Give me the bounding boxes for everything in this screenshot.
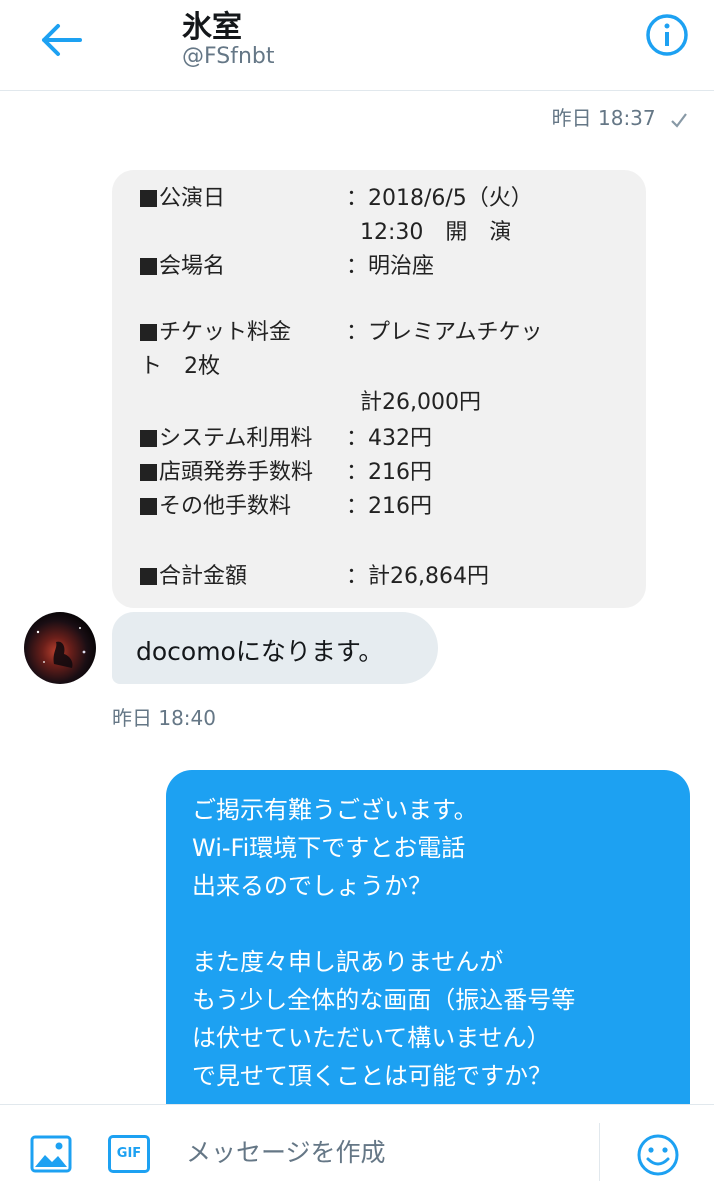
receipt-row: 店頭発券手数料 bbox=[140, 456, 313, 490]
conversation-title[interactable]: 氷室 bbox=[182, 2, 242, 46]
receipt-row: 公演日 bbox=[140, 182, 225, 216]
receipt-row: チケット料金 bbox=[140, 316, 291, 350]
receipt-value: 計26,000円 bbox=[346, 390, 481, 415]
receipt-row: 会場名 bbox=[140, 250, 225, 284]
bullet-square-icon bbox=[140, 430, 157, 447]
receipt-row: ト 2枚 bbox=[140, 354, 220, 379]
receipt-value: ：216円 bbox=[346, 494, 432, 519]
sent-message-line: は伏せていただいて構いません） bbox=[192, 1024, 551, 1052]
gif-button[interactable]: GIF bbox=[108, 1135, 150, 1173]
emoji-icon[interactable] bbox=[636, 1133, 680, 1177]
info-icon[interactable] bbox=[644, 12, 690, 58]
nebula-avatar-image bbox=[36, 627, 86, 668]
sent-message-line: また度々申し訳ありませんが bbox=[192, 948, 504, 976]
received-message-text: docomoになります。 bbox=[136, 637, 384, 666]
image-icon[interactable] bbox=[30, 1135, 72, 1173]
bullet-square-icon bbox=[140, 498, 157, 515]
sent-message-line: で見せて頂くことは可能ですか？ bbox=[192, 1062, 552, 1090]
receipt-row: システム利用料 bbox=[140, 422, 312, 456]
conversation-header: 氷室 @FSfnbt bbox=[0, 0, 714, 91]
sent-message-line: ご掲示有難うございます。 bbox=[192, 796, 478, 824]
receipt-image[interactable]: 公演日 ：2018/6/5（火） 12:30 開 演 会場名 ：明治座 チケット… bbox=[112, 170, 646, 608]
receipt-value: ：216円 bbox=[346, 460, 432, 485]
sent-message-line: もう少し全体的な画面（振込番号等 bbox=[192, 986, 576, 1014]
bullet-square-icon bbox=[140, 258, 157, 275]
avatar[interactable] bbox=[24, 612, 96, 684]
conversation-handle[interactable]: @FSfnbt bbox=[182, 44, 275, 69]
back-arrow-icon[interactable] bbox=[36, 20, 84, 60]
message-composer: GIF bbox=[0, 1104, 714, 1201]
receipt-row: その他手数料 bbox=[140, 490, 291, 524]
sent-time-text: 昨日 18:37 bbox=[551, 106, 656, 130]
message-input[interactable] bbox=[166, 1123, 600, 1181]
sent-message-line: Wi-Fi環境下ですとお電話 bbox=[192, 834, 466, 862]
sent-timestamp: 昨日 18:37 bbox=[552, 102, 688, 131]
bullet-square-icon bbox=[140, 568, 157, 585]
sent-message-line: 出来るのでしょうか？ bbox=[192, 872, 432, 900]
receipt-value: 12:30 開 演 bbox=[346, 220, 512, 245]
receipt-value: ：計26,864円 bbox=[346, 564, 489, 589]
bullet-square-icon bbox=[140, 324, 157, 341]
receipt-value: ：432円 bbox=[346, 426, 432, 451]
receipt-value: ：プレミアムチケッ bbox=[346, 320, 543, 345]
received-message-bubble[interactable]: docomoになります。 bbox=[112, 612, 438, 684]
sent-message-bubble[interactable]: ご掲示有難うございます。 Wi-Fi環境下ですとお電話 出来るのでしょうか？ ま… bbox=[166, 770, 690, 1130]
receipt-row: 合計金額 bbox=[140, 560, 247, 594]
receipt-value: ：明治座 bbox=[346, 254, 435, 279]
bullet-square-icon bbox=[140, 190, 157, 207]
received-timestamp: 昨日 18:40 bbox=[112, 706, 216, 730]
receipt-value: ：2018/6/5（火） bbox=[346, 186, 533, 211]
bullet-square-icon bbox=[140, 464, 157, 481]
check-icon bbox=[671, 112, 687, 128]
